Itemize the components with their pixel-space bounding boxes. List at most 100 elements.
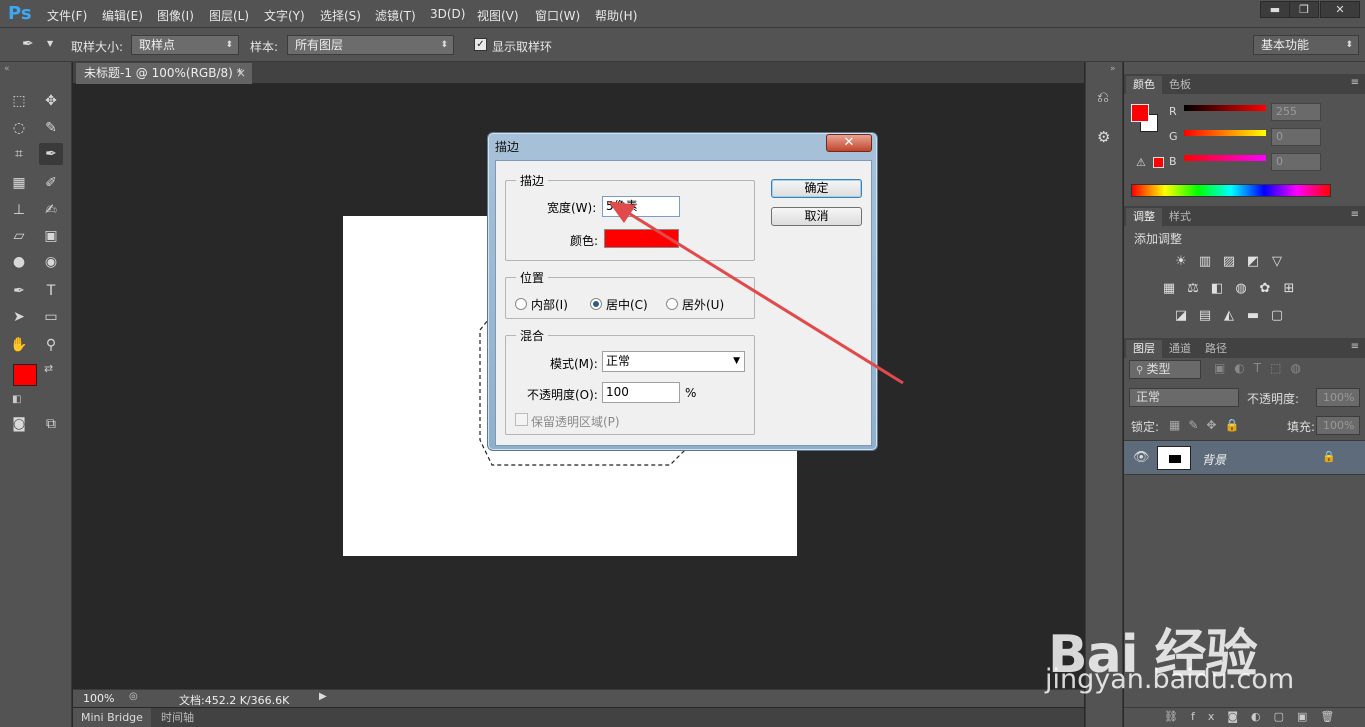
gamut-color-chip[interactable] (1153, 157, 1164, 168)
layer-opacity-field[interactable]: 100% (1316, 388, 1360, 407)
menu-type[interactable]: 文字(Y) (264, 7, 305, 24)
blend-mode-select[interactable]: 正常 (1129, 388, 1239, 407)
curves-icon[interactable]: ▨ (1221, 255, 1237, 269)
properties-panel-icon[interactable]: ⚙ (1097, 128, 1110, 146)
tab-channels[interactable]: 通道 (1162, 340, 1198, 358)
hand-tool-icon[interactable]: ✋ (7, 334, 31, 356)
tab-adjustments[interactable]: 调整 (1126, 208, 1162, 226)
color-balance-icon[interactable]: ⚖ (1185, 282, 1201, 296)
zoom-level[interactable]: 100% (83, 692, 114, 705)
status-info-icon[interactable]: ◎ (129, 691, 138, 702)
path-select-tool-icon[interactable]: ➤ (7, 306, 31, 328)
workspace-select[interactable]: 基本功能 ⬍ (1253, 35, 1359, 55)
clone-stamp-icon[interactable]: ⊥ (7, 199, 31, 221)
tab-styles[interactable]: 样式 (1162, 208, 1198, 226)
photo-filter-icon[interactable]: ◍ (1233, 282, 1249, 296)
type-tool-icon[interactable]: T (39, 280, 63, 302)
color-lookup-icon[interactable]: ⊞ (1281, 282, 1297, 296)
close-window-button[interactable]: ✕ (1320, 1, 1360, 18)
marquee-tool-icon[interactable]: ⬚ (7, 90, 31, 112)
lasso-tool-icon[interactable]: ◌ (7, 117, 31, 139)
levels-icon[interactable]: ▥ (1197, 255, 1213, 269)
healing-brush-icon[interactable]: ▦ (7, 172, 31, 194)
exposure-icon[interactable]: ◩ (1245, 255, 1261, 269)
radio-inside[interactable] (515, 298, 527, 310)
channel-mixer-icon[interactable]: ✿ (1257, 282, 1273, 296)
brightness-icon[interactable]: ☀ (1173, 255, 1189, 269)
sample-select[interactable]: 所有图层 ⬍ (287, 35, 454, 55)
document-tab[interactable]: 未标题-1 @ 100%(RGB/8) * × (76, 63, 252, 84)
menu-filter[interactable]: 滤镜(T) (375, 7, 416, 24)
quick-mask-icon[interactable]: ◙ (7, 413, 31, 435)
brush-tool-icon[interactable]: ✐ (39, 172, 63, 194)
history-brush-icon[interactable]: ✍ (39, 199, 63, 221)
tab-color[interactable]: 颜色 (1126, 76, 1162, 94)
eraser-tool-icon[interactable]: ▱ (7, 225, 31, 247)
history-panel-icon[interactable]: ⎌ (1097, 88, 1109, 106)
channel-b-slider[interactable] (1184, 155, 1266, 161)
crop-tool-icon[interactable]: ⌗ (7, 143, 31, 165)
default-colors-icon[interactable]: ◧ (12, 394, 21, 405)
pen-tool-icon[interactable]: ✒ (7, 280, 31, 302)
menu-file[interactable]: 文件(F) (47, 7, 87, 24)
foreground-color-swatch[interactable] (13, 364, 37, 386)
posterize-icon[interactable]: ▤ (1197, 309, 1213, 323)
menu-edit[interactable]: 编辑(E) (102, 7, 143, 24)
channel-r-value[interactable]: 255 (1271, 103, 1321, 121)
fill-field[interactable]: 100% (1316, 416, 1360, 435)
tab-swatches[interactable]: 色板 (1162, 76, 1198, 94)
color-panel-foreground-swatch[interactable] (1131, 104, 1149, 122)
close-tab-icon[interactable]: × (236, 63, 246, 84)
menu-window[interactable]: 窗口(W) (535, 7, 580, 24)
color-spectrum-ramp[interactable] (1131, 184, 1331, 197)
black-white-icon[interactable]: ◧ (1209, 282, 1225, 296)
layer-filter-select[interactable]: ⚲ 类型 (1129, 360, 1201, 379)
invert-icon[interactable]: ◪ (1173, 309, 1189, 323)
tab-paths[interactable]: 路径 (1198, 340, 1234, 358)
channel-b-value[interactable]: 0 (1271, 153, 1321, 171)
lock-icons[interactable]: ▦✎✥🔒 (1169, 418, 1247, 432)
tab-layers[interactable]: 图层 (1126, 340, 1162, 358)
channel-r-slider[interactable] (1184, 105, 1266, 111)
status-menu-arrow-icon[interactable]: ▶ (319, 691, 327, 702)
tab-mini-bridge[interactable]: Mini Bridge (73, 708, 151, 727)
vibrance-icon[interactable]: ▽ (1269, 255, 1285, 269)
eyedropper-tool-button-icon[interactable]: ✒ (39, 143, 63, 165)
swap-colors-icon[interactable]: ⇄ (44, 362, 53, 375)
hue-saturation-icon[interactable]: ▦ (1161, 282, 1177, 296)
channel-g-slider[interactable] (1184, 130, 1266, 136)
gradient-map-icon[interactable]: ▬ (1245, 309, 1261, 323)
gradient-tool-icon[interactable]: ▣ (39, 225, 63, 247)
gamut-warning-icon[interactable]: ⚠ (1136, 156, 1146, 169)
quick-select-tool-icon[interactable]: ✎ (39, 117, 63, 139)
preserve-transparency-checkbox[interactable] (515, 413, 528, 426)
tab-timeline[interactable]: 时间轴 (153, 708, 202, 727)
threshold-icon[interactable]: ◭ (1221, 309, 1237, 323)
menu-help[interactable]: 帮助(H) (595, 7, 637, 24)
expand-dock-icon[interactable]: » (1110, 64, 1116, 74)
layer-action-icons[interactable]: ⛓fx◙◐▢▣🗑 (1164, 710, 1347, 723)
eyedropper-tool-icon[interactable]: ✒ (22, 36, 34, 52)
panel-menu-icon[interactable]: ≡ (1351, 209, 1359, 220)
visibility-eye-icon[interactable]: 👁 (1133, 450, 1150, 465)
panel-menu-icon[interactable]: ≡ (1351, 77, 1359, 88)
selective-color-icon[interactable]: ▢ (1269, 309, 1285, 323)
move-tool-icon[interactable]: ✥ (39, 90, 63, 112)
restore-button[interactable]: ❐ (1289, 1, 1319, 18)
tool-preset-chevron-icon[interactable]: ▼ (47, 39, 53, 48)
menu-3d[interactable]: 3D(D) (430, 7, 465, 21)
layer-row-background[interactable]: 👁 背景 🔒 (1124, 440, 1365, 475)
collapse-icon[interactable]: « (4, 64, 10, 74)
zoom-tool-icon[interactable]: ⚲ (39, 334, 63, 356)
menu-select[interactable]: 选择(S) (320, 7, 361, 24)
minimize-button[interactable]: ▬ (1260, 1, 1290, 18)
dodge-tool-icon[interactable]: ◉ (39, 251, 63, 273)
panel-menu-icon[interactable]: ≡ (1351, 341, 1359, 352)
dialog-close-button[interactable]: ✕ (826, 134, 872, 152)
screen-mode-icon[interactable]: ⧉ (39, 413, 63, 435)
blur-tool-icon[interactable]: ● (7, 251, 31, 273)
show-ring-checkbox[interactable]: ✓ (474, 38, 487, 51)
menu-image[interactable]: 图像(I) (157, 7, 194, 24)
menu-view[interactable]: 视图(V) (477, 7, 519, 24)
menu-layer[interactable]: 图层(L) (209, 7, 249, 24)
